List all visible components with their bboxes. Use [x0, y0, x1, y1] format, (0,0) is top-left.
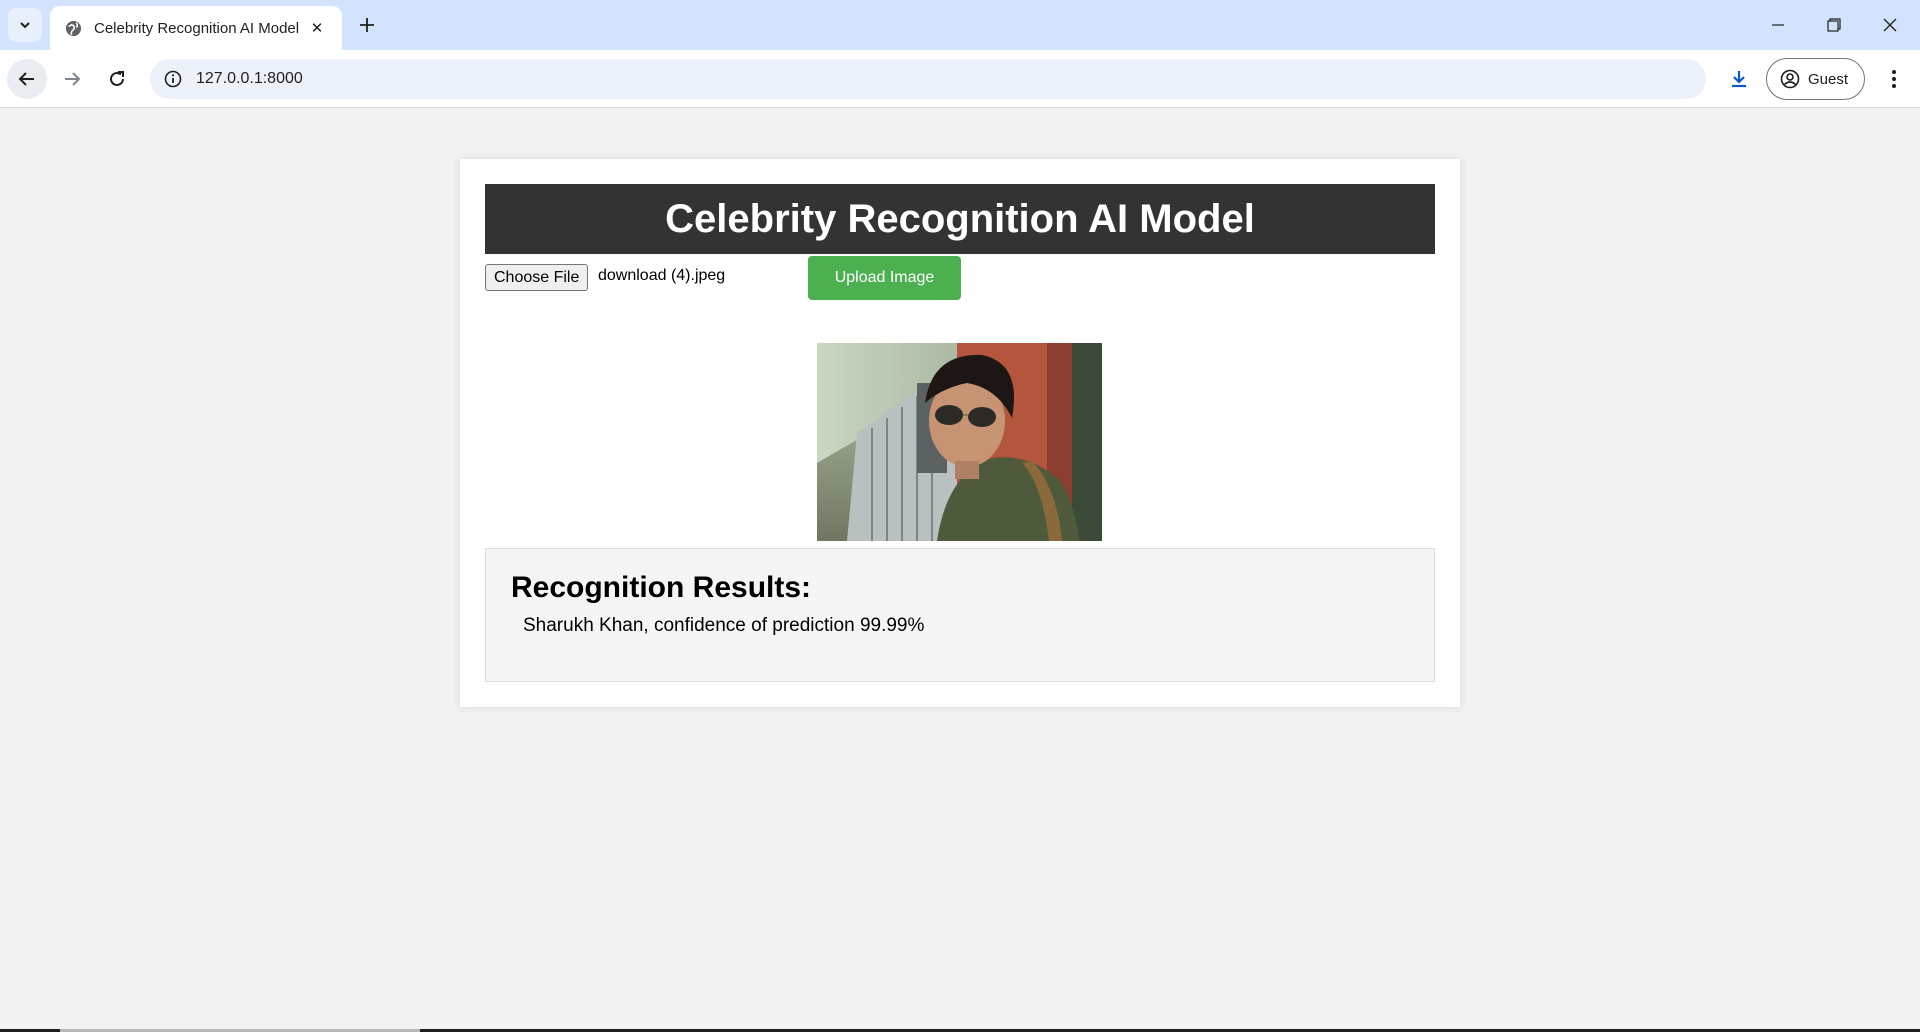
account-icon	[1780, 69, 1800, 89]
reload-icon	[110, 71, 124, 86]
back-button[interactable]	[7, 59, 47, 99]
page-title: Celebrity Recognition AI Model	[665, 196, 1255, 241]
arrow-right-icon	[65, 72, 81, 86]
profile-label: Guest	[1808, 70, 1849, 88]
downloads-button[interactable]	[1719, 59, 1759, 99]
forward-button[interactable]	[52, 59, 92, 99]
browser-toolbar: 127.0.0.1:8000 Guest	[0, 50, 1920, 108]
selected-file-name: download (4).jpeg	[598, 267, 726, 284]
choose-file-button[interactable]: Choose File	[485, 264, 589, 291]
kebab-menu-icon	[1892, 70, 1896, 88]
results-heading: Recognition Results:	[511, 571, 812, 604]
minimize-icon[interactable]	[1750, 0, 1806, 50]
page-viewport: Celebrity Recognition AI Model Choose Fi…	[0, 109, 1920, 1032]
arrow-left-icon	[18, 72, 34, 86]
main-card: Celebrity Recognition AI Model Choose Fi…	[460, 159, 1460, 707]
globe-icon	[64, 19, 82, 37]
site-info-icon[interactable]	[162, 68, 184, 90]
new-tab-icon[interactable]	[352, 10, 382, 40]
tab-search-button[interactable]	[8, 8, 42, 42]
profile-button[interactable]: Guest	[1766, 58, 1865, 100]
address-bar[interactable]: 127.0.0.1:8000	[150, 59, 1706, 99]
results-panel: Recognition Results: Sharukh Khan, confi…	[485, 548, 1435, 682]
restore-icon[interactable]	[1806, 0, 1862, 50]
upload-form: Choose File download (4).jpeg Upload Ima…	[485, 254, 1435, 304]
photo-illustration	[817, 343, 1102, 541]
download-icon	[1732, 71, 1746, 88]
upload-image-button[interactable]: Upload Image	[808, 256, 961, 300]
browser-tab-strip: Celebrity Recognition AI Model ✕	[0, 0, 1920, 50]
result-text: Sharukh Khan, confidence of prediction 9…	[523, 615, 925, 636]
active-tab[interactable]: Celebrity Recognition AI Model ✕	[50, 6, 342, 50]
browser-menu-button[interactable]	[1874, 59, 1914, 99]
reload-button[interactable]	[97, 59, 137, 99]
uploaded-image-preview	[817, 343, 1102, 541]
chevron-down-icon	[20, 22, 30, 29]
url-text: 127.0.0.1:8000	[196, 70, 303, 87]
close-window-icon[interactable]	[1862, 0, 1918, 50]
close-tab-icon[interactable]: ✕	[306, 17, 328, 39]
page-header: Celebrity Recognition AI Model	[485, 184, 1435, 254]
tab-title: Celebrity Recognition AI Model	[94, 19, 300, 37]
